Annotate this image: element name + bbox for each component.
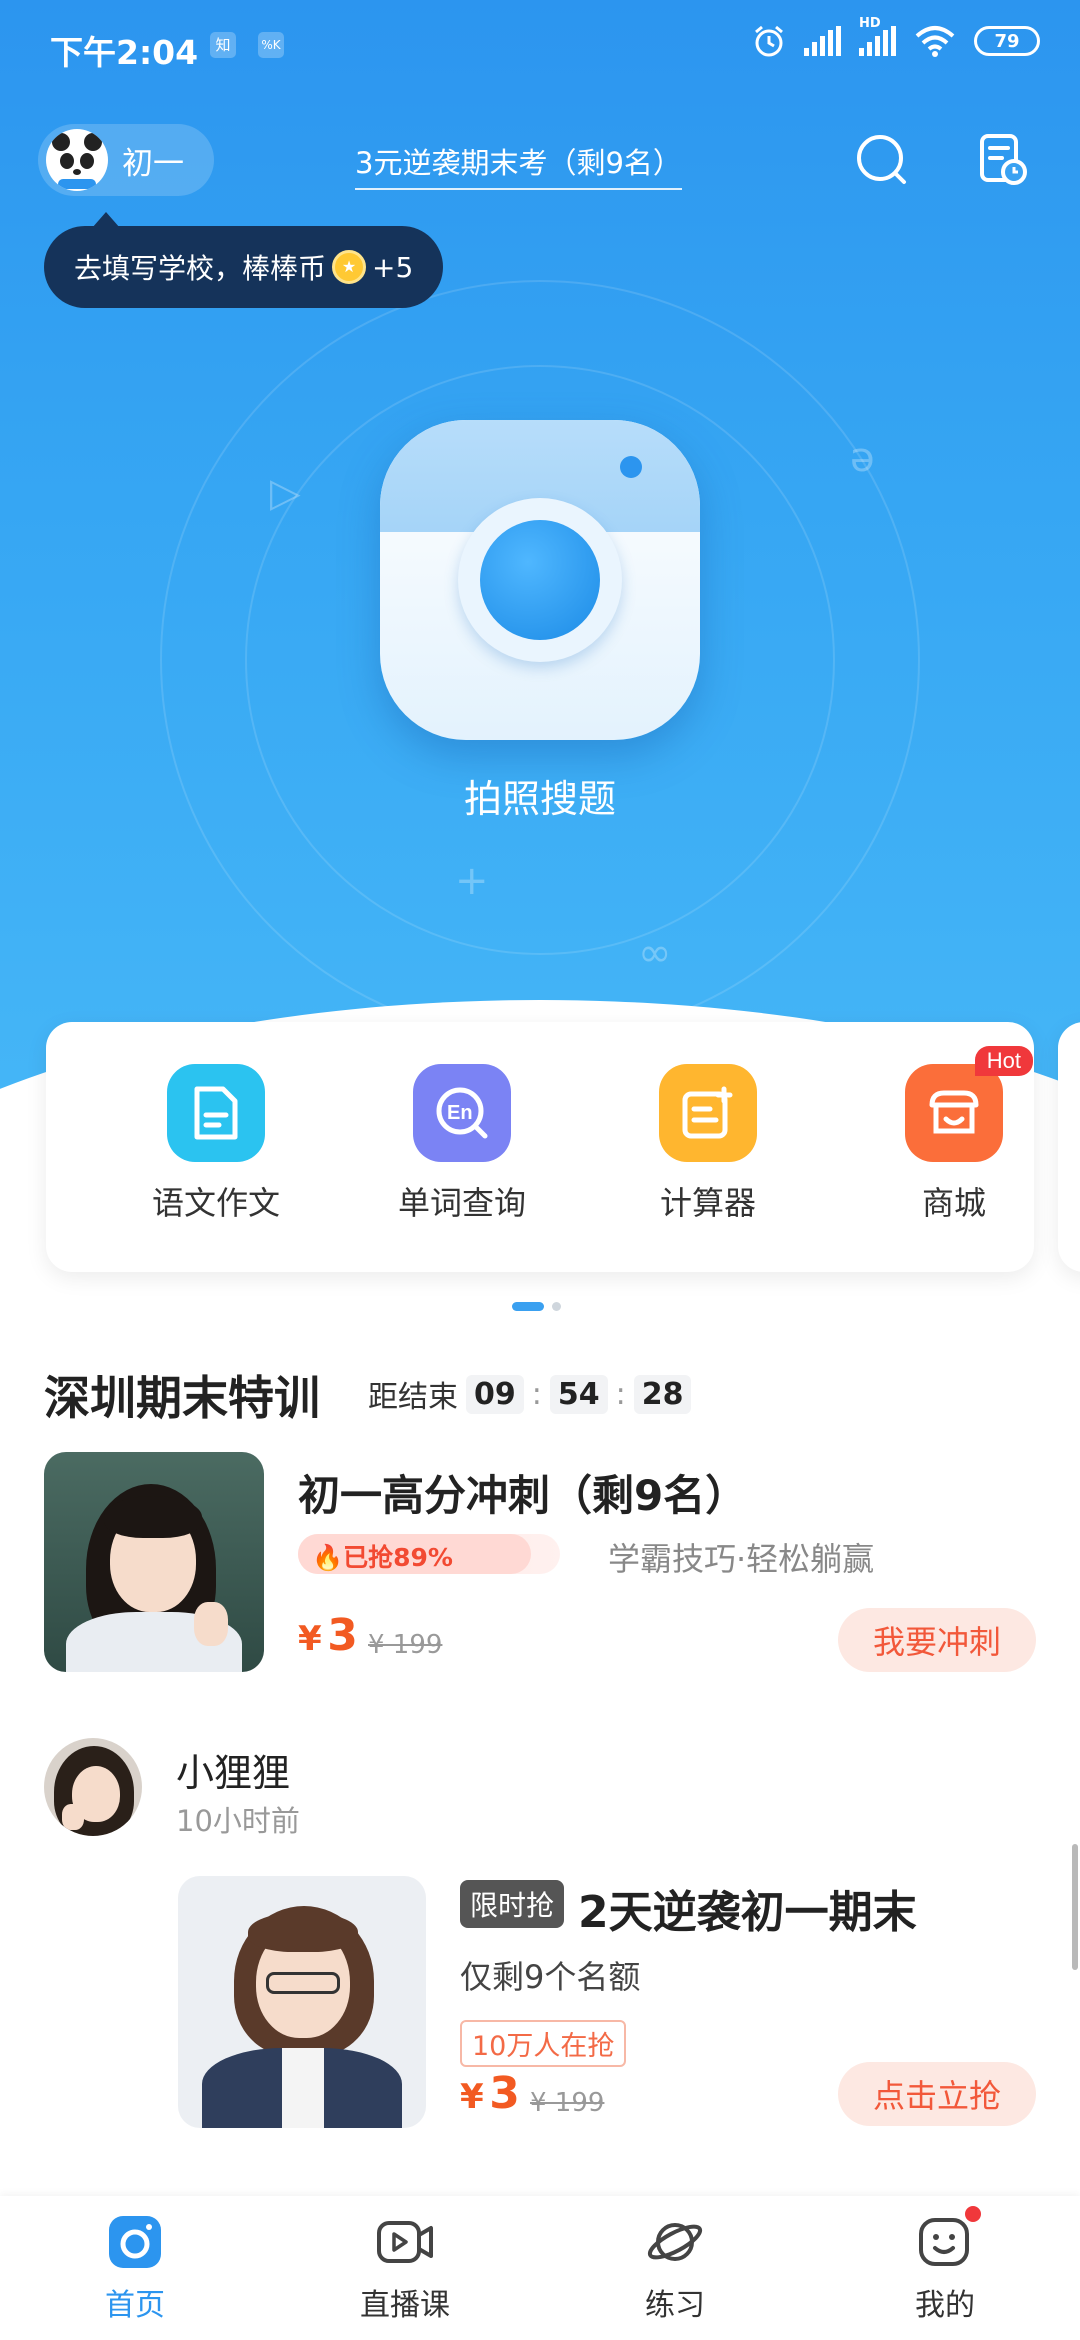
user-avatar[interactable] (44, 1738, 142, 1836)
swirl-decoration-icon: ə (850, 435, 875, 481)
battery-icon: 79 (974, 26, 1040, 56)
countdown-timer: 距结束 09 : 54 : 28 (368, 1372, 692, 1416)
tab-label: 我的 (915, 2288, 975, 2323)
plus-decoration-icon: + (455, 858, 489, 904)
people-grabbing-tag: 10万人在抢 (460, 2020, 627, 2067)
practice-planet-icon (647, 2223, 703, 2261)
tool-shop[interactable]: Hot 商城 (834, 1046, 1074, 1224)
limited-time-tag: 限时抢 (460, 1880, 565, 1928)
zhihu-notification-icon: 知 (210, 32, 236, 58)
fire-icon: 🔥 (312, 1543, 344, 1572)
post-original-price: ¥ 199 (530, 2088, 605, 2118)
post-username[interactable]: 小狸狸 (176, 1742, 290, 1797)
countdown-label: 距结束 (368, 1380, 458, 1415)
history-icon[interactable] (972, 130, 1032, 190)
scrollbar[interactable] (1072, 1844, 1078, 1970)
camera-icon (458, 498, 622, 662)
countdown-minutes: 54 (549, 1374, 608, 1414)
post-course-subtitle: 仅剩9个名额 (460, 1958, 641, 1996)
course-subtitle: 学霸技巧·轻松躺赢 (608, 1540, 875, 1578)
grab-now-button[interactable]: 点击立抢 (838, 2062, 1036, 2126)
home-camera-icon (109, 2216, 161, 2268)
bottom-tab-bar: 首页 直播课 练习 我的 (0, 2196, 1080, 2340)
calculator-icon (682, 1086, 733, 1139)
grab-progress: 🔥已抢89% (298, 1534, 560, 1574)
tool-label: 商城 (921, 1184, 986, 1222)
tools-pager (512, 1302, 561, 1311)
tool-label: 计算器 (659, 1184, 756, 1222)
shop-icon (929, 1090, 979, 1134)
tab-profile[interactable]: 我的 (845, 2206, 1045, 2324)
tool-label: 单词查询 (397, 1184, 526, 1222)
hot-badge: Hot (974, 1046, 1033, 1076)
tab-label: 直播课 (360, 2288, 450, 2323)
course-original-price: ¥ 199 (368, 1630, 443, 1660)
fill-school-tooltip[interactable]: 去填写学校，棒棒币 ★ +5 (44, 212, 444, 308)
section-title: 深圳期末特训 (44, 1371, 320, 1425)
tooltip-bonus: +5 (372, 250, 414, 284)
post-course-title[interactable]: 2天逆袭初一期末 (578, 1876, 917, 1940)
countdown-seconds: 28 (633, 1374, 692, 1414)
loop-decoration-icon: ∞ (638, 930, 672, 976)
status-bar: 下午2:04 知 %K HD 79 (0, 0, 1080, 96)
promo-link[interactable]: 3元逆袭期末考（剩9名） (355, 140, 682, 190)
tools-card: 语文作文 En 单词查询 计算器 Hot 商城 (46, 1022, 1034, 1272)
photo-search-label[interactable]: 拍照搜题 (0, 768, 1080, 823)
live-class-icon (377, 2221, 433, 2263)
grade-label: 初一 (122, 145, 184, 182)
triangle-decoration-icon: ▷ (270, 470, 301, 516)
pager-dot (552, 1302, 561, 1311)
alarm-icon (755, 25, 783, 57)
grade-selector[interactable]: 初一 (38, 124, 214, 196)
tab-label: 首页 (105, 2288, 165, 2323)
panda-avatar (46, 129, 108, 191)
search-icon[interactable] (852, 130, 912, 190)
profile-face-icon (919, 2218, 969, 2266)
essay-icon (194, 1086, 238, 1140)
notification-dot (965, 2206, 981, 2222)
post-thumbnail-teacher[interactable] (178, 1876, 426, 2128)
tab-live-class[interactable]: 直播课 (305, 2210, 505, 2324)
course-thumbnail-teacher[interactable] (44, 1452, 264, 1672)
pager-dot-active (512, 1302, 544, 1311)
coin-icon: ★ (332, 250, 367, 284)
post-time: 10小时前 (176, 1804, 300, 1838)
status-time: 下午2:04 (50, 33, 199, 72)
app-notification-icon: %K (258, 32, 284, 58)
signal-hd-icon: HD (859, 16, 896, 56)
tool-word-lookup[interactable]: En 单词查询 (342, 1064, 582, 1224)
network-hd-label: HD (859, 16, 881, 31)
countdown-hours: 09 (466, 1374, 524, 1414)
post-price: ¥ 3 (460, 2068, 520, 2119)
course-price: ¥ 3 (298, 1610, 358, 1661)
tool-calculator[interactable]: 计算器 (588, 1064, 828, 1224)
word-lookup-icon: En (436, 1087, 488, 1139)
signal-icon (804, 26, 841, 56)
grab-progress-label: 已抢89% (343, 1543, 453, 1572)
tool-label: 语文作文 (151, 1184, 280, 1222)
tool-essay[interactable]: 语文作文 (96, 1064, 336, 1224)
svg-text:En: En (447, 1102, 473, 1124)
course-title[interactable]: 初一高分冲刺（剩9名） (298, 1462, 747, 1523)
wifi-icon (915, 26, 955, 57)
sprint-button[interactable]: 我要冲刺 (838, 1608, 1036, 1672)
tab-home[interactable]: 首页 (35, 2210, 235, 2324)
tooltip-text: 去填写学校，棒棒币 (74, 252, 327, 285)
next-tools-card-peek (1058, 1022, 1080, 1272)
photo-search-button[interactable] (380, 420, 700, 740)
tab-label: 练习 (645, 2288, 705, 2323)
tab-practice[interactable]: 练习 (575, 2210, 775, 2324)
